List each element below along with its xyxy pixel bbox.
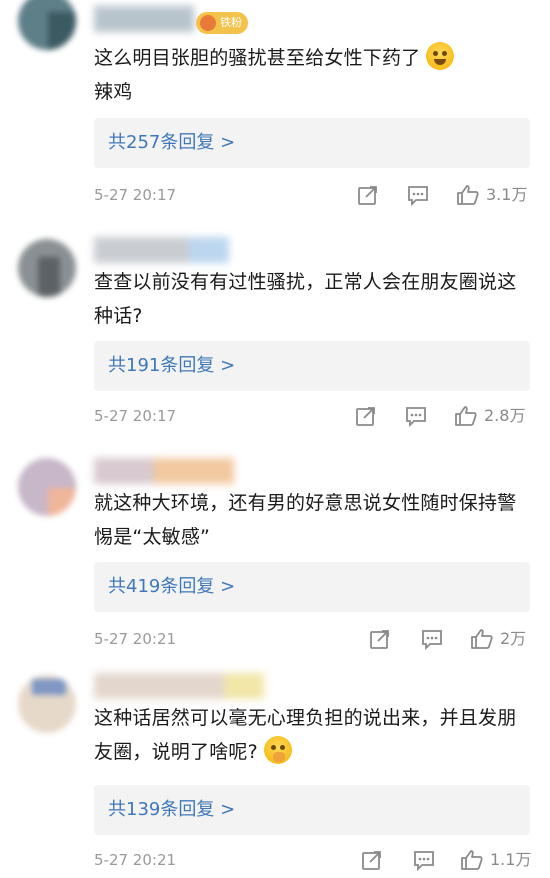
comment-item: 查查以前没有有过性骚扰，正常人会在朋友圈说这种话? 共191条回复 > 5-27… [0, 225, 550, 450]
username-blurred[interactable] [94, 458, 234, 484]
like-count: 1.1万 [490, 850, 532, 869]
comment-icon[interactable] [404, 404, 428, 428]
comment-meta: 5-27 20:17 3.1万 [94, 180, 540, 210]
like-count: 2万 [500, 629, 527, 648]
fan-badge: 铁粉 [196, 12, 248, 34]
comment-item: 铁粉 这么明目张胆的骚扰甚至给女性下药了 辣鸡 共257条回复 > 5-27 2… [0, 0, 550, 225]
comment-meta: 5-27 20:17 2.8万 [94, 401, 540, 431]
comment-icon[interactable] [412, 848, 436, 872]
repost-icon[interactable] [360, 848, 384, 872]
repost-icon[interactable] [354, 404, 378, 428]
timestamp: 5-27 20:17 [94, 186, 177, 204]
comment-meta: 5-27 20:21 1.1万 [94, 845, 540, 875]
thumbs-up-icon[interactable] [470, 627, 494, 651]
comment-text: 这么明目张胆的骚扰甚至给女性下药了 辣鸡 [94, 41, 524, 109]
like-count: 3.1万 [486, 185, 528, 204]
username-blurred[interactable] [94, 673, 264, 699]
comment-text: 查查以前没有有过性骚扰，正常人会在朋友圈说这种话? [94, 271, 517, 327]
comment-text: 就这种大环境，还有男的好意思说女性随时保持警惕是“太敏感” [94, 492, 517, 548]
crown-icon [200, 15, 216, 31]
comment-meta: 5-27 20:21 2万 [94, 624, 540, 654]
reply-count-link[interactable]: 共419条回复 > [94, 562, 530, 612]
weary-face-icon [426, 42, 455, 70]
reply-count-link[interactable]: 共139条回复 > [94, 785, 530, 835]
username-blurred[interactable] [94, 6, 194, 32]
comment-text: 这种话居然可以毫无心理负担的说出来，并且发朋友圈，说明了啥呢? [94, 707, 517, 764]
username-blurred[interactable] [94, 237, 229, 263]
timestamp: 5-27 20:21 [94, 630, 177, 648]
reply-count-link[interactable]: 共257条回复 > [94, 118, 530, 168]
shushing-face-icon [263, 736, 292, 764]
comment-item: 就这种大环境，还有男的好意思说女性随时保持警惕是“太敏感” 共419条回复 > … [0, 450, 550, 665]
thumbs-up-icon[interactable] [456, 183, 480, 207]
avatar[interactable] [18, 239, 76, 297]
timestamp: 5-27 20:21 [94, 851, 177, 869]
avatar[interactable] [18, 0, 76, 50]
comment-icon[interactable] [420, 627, 444, 651]
repost-icon[interactable] [368, 627, 392, 651]
reply-count-link[interactable]: 共191条回复 > [94, 341, 530, 391]
like-count: 2.8万 [484, 406, 526, 425]
repost-icon[interactable] [356, 183, 380, 207]
comment-icon[interactable] [406, 183, 430, 207]
thumbs-up-icon[interactable] [454, 404, 478, 428]
thumbs-up-icon[interactable] [460, 848, 484, 872]
comment-item: 这种话居然可以毫无心理负担的说出来，并且发朋友圈，说明了啥呢? 共139条回复 … [0, 665, 550, 878]
timestamp: 5-27 20:17 [94, 407, 177, 425]
avatar[interactable] [18, 675, 76, 733]
avatar[interactable] [18, 458, 76, 516]
